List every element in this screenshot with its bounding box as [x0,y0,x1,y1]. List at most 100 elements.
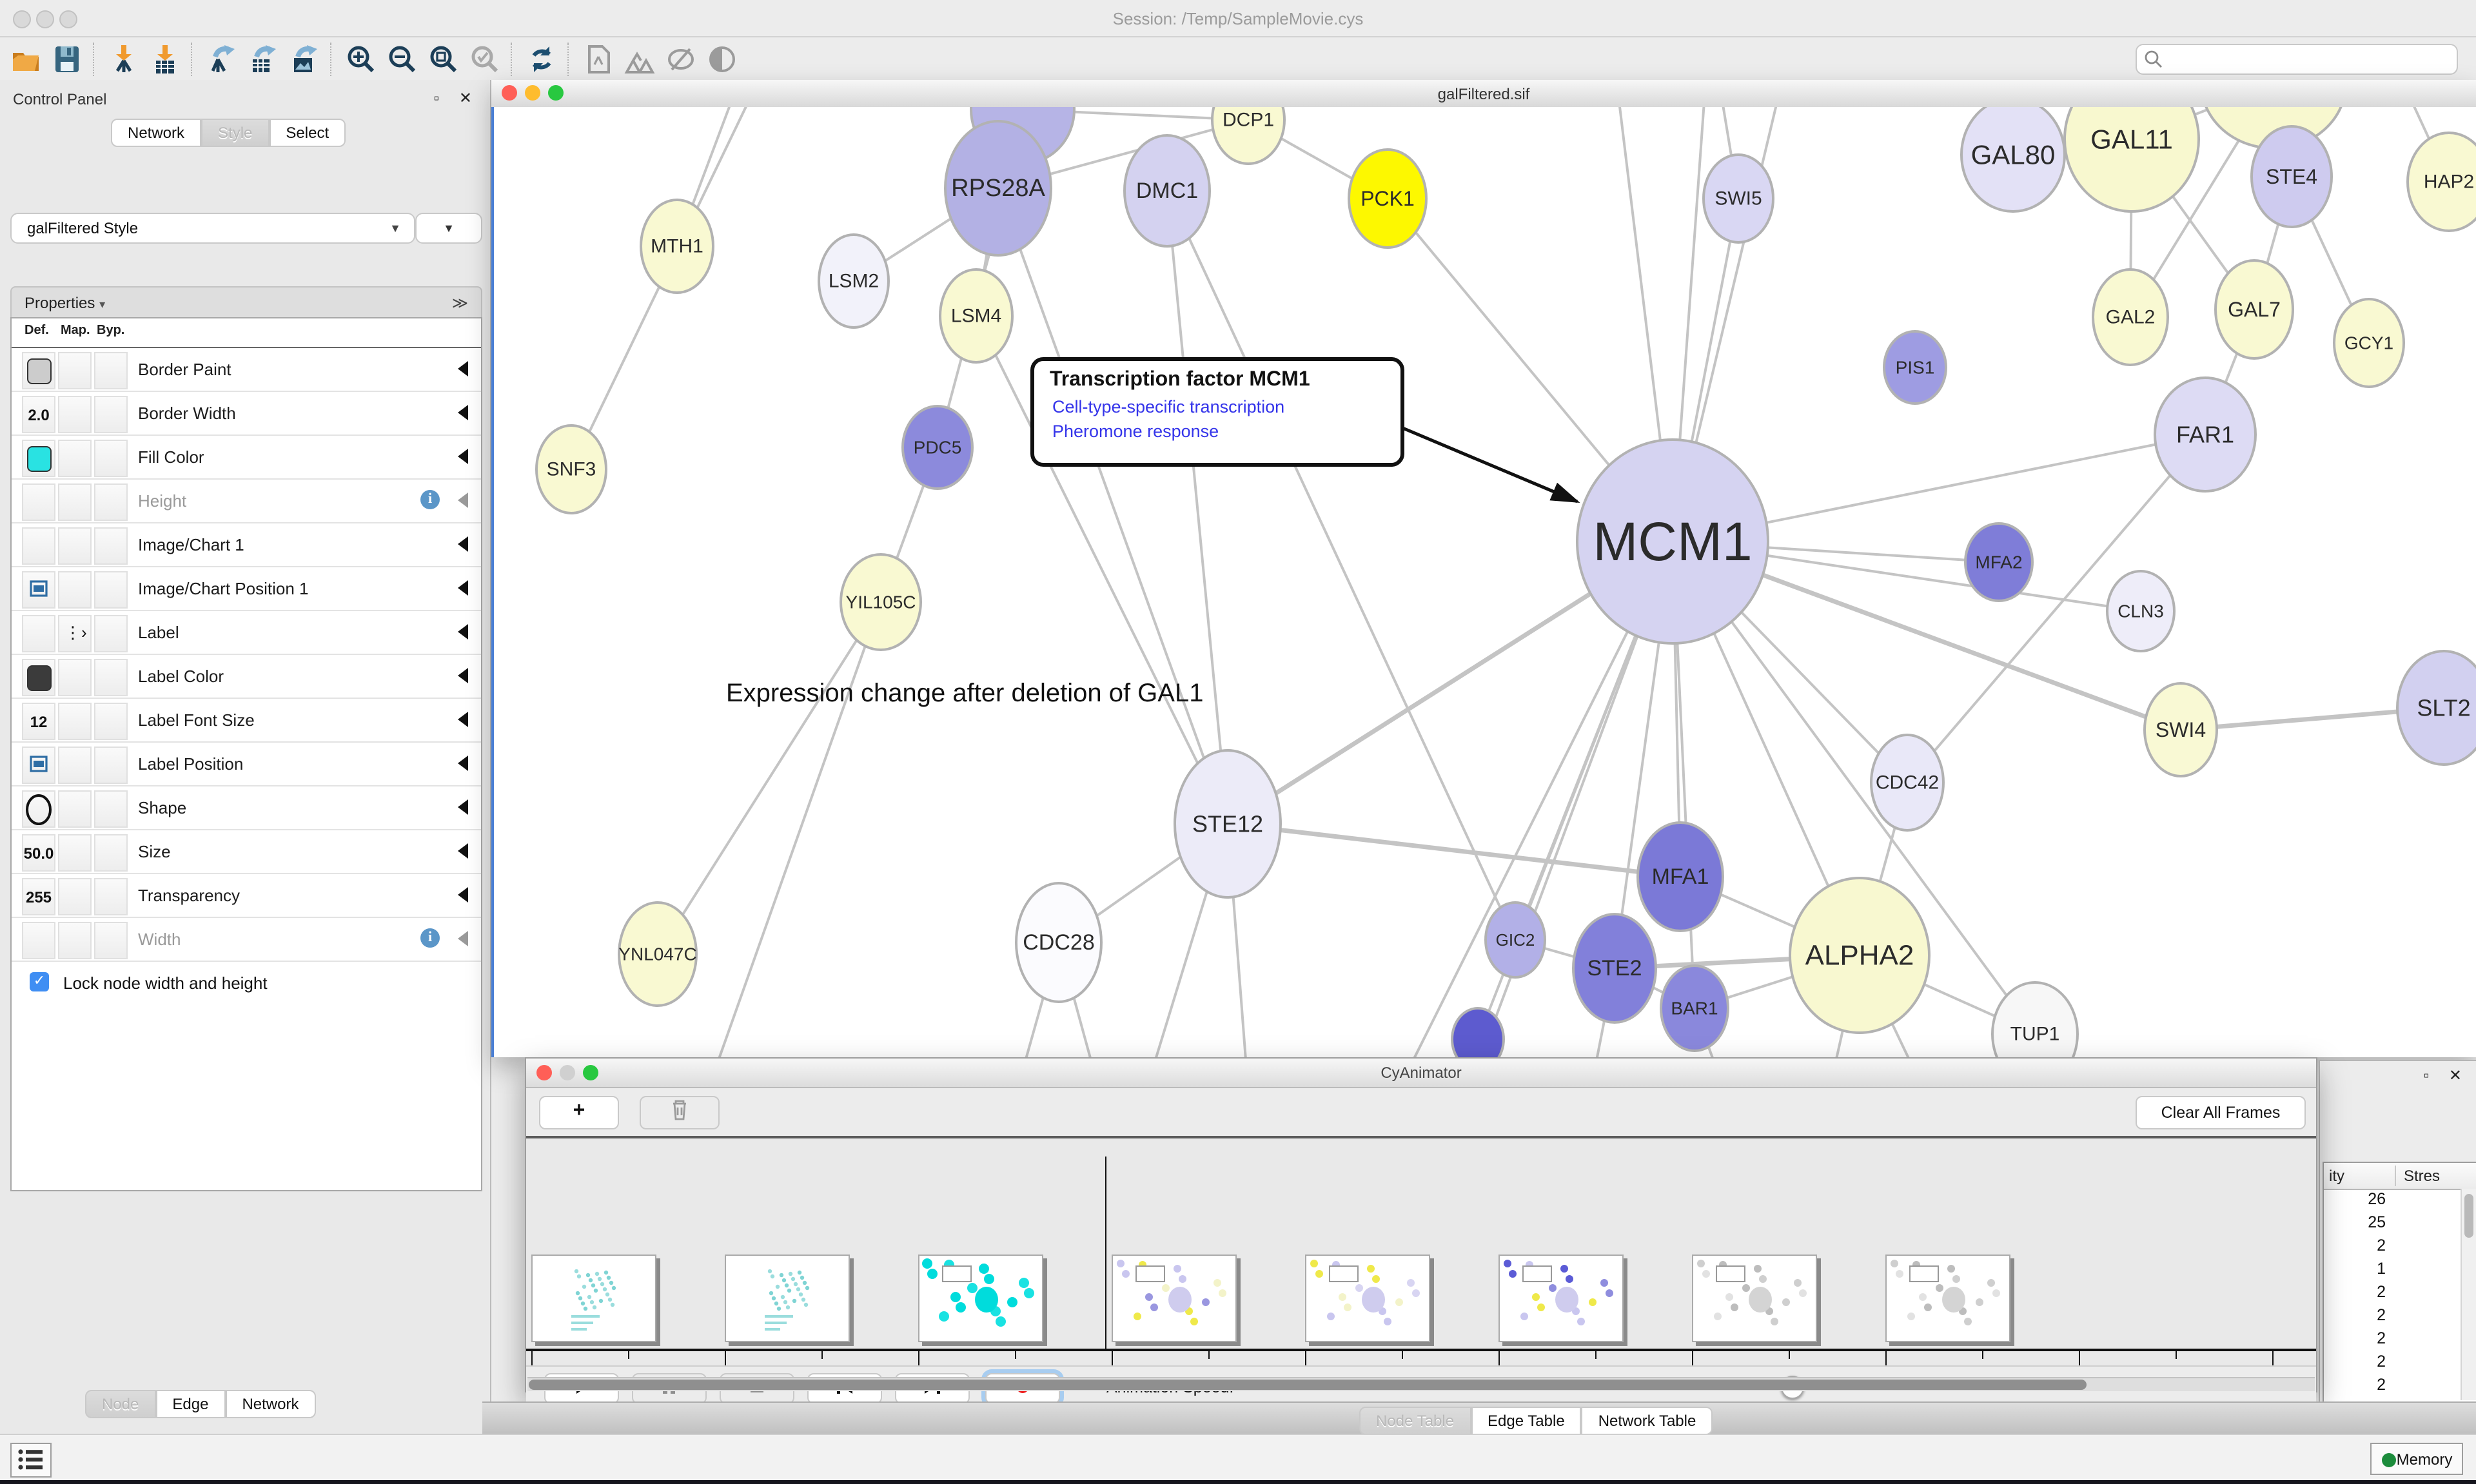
collapse-arrow-icon[interactable] [458,931,468,946]
default-value-cell[interactable]: 12 [22,703,55,740]
network-node-pis1[interactable]: PIS1 [1884,331,1946,404]
bypass-cell[interactable] [94,878,128,915]
results-row[interactable]: 2 [2324,1236,2476,1260]
network-edge[interactable] [1167,191,1228,824]
results-row[interactable]: 26 [2324,1190,2476,1213]
network-edge[interactable] [658,602,881,954]
property-row-border-paint[interactable]: Border Paint [12,348,481,392]
collapse-arrow-icon[interactable] [458,799,468,815]
network-node-ynl047c[interactable]: YNL047C [618,903,696,1006]
property-row-fill-color[interactable]: Fill Color [12,436,481,480]
network-canvas[interactable]: DCP1RPS28ADMC1PCK1SWI5GAL80GAL11STE4HAP2… [491,107,2476,1057]
network-node-ste4[interactable]: STE4 [2252,126,2332,227]
info-icon[interactable]: i [420,490,440,509]
annotation-file-icon[interactable] [583,44,614,75]
network-node-cdc28[interactable]: CDC28 [1016,883,1101,1002]
property-row-size[interactable]: 50.0Size [12,830,481,874]
bypass-cell[interactable] [94,659,128,696]
export-table-icon[interactable] [248,44,279,75]
cyanimator-timeline[interactable]: 0123456789 Seconds [526,1138,2316,1365]
bypass-cell[interactable] [94,922,128,959]
clear-all-frames-button[interactable]: Clear All Frames [2136,1096,2306,1129]
frame-thumbnail-3[interactable] [918,1255,1043,1342]
open-session-icon[interactable] [10,44,41,75]
network-node-snf3[interactable]: SNF3 [536,425,606,513]
cyanimator-scrollbar[interactable] [527,1377,2315,1391]
bypass-cell[interactable] [94,703,128,740]
properties-header[interactable]: Properties ▾ ≫ [10,286,482,318]
collapse-arrow-icon[interactable] [458,843,468,859]
network-node-pck1[interactable]: PCK1 [1349,150,1426,248]
network-node-ste12[interactable]: STE12 [1175,750,1281,897]
memory-button[interactable]: Memory [2370,1443,2463,1475]
default-value-cell[interactable] [22,790,55,828]
mapping-cell[interactable] [58,747,92,784]
property-row-label-color[interactable]: Label Color [12,655,481,699]
tab-network-bottom[interactable]: Network [225,1390,315,1418]
default-value-cell[interactable]: 50.0 [22,834,55,872]
network-node-mfa2[interactable]: MFA2 [1965,523,2032,601]
mapping-cell[interactable] [58,834,92,872]
mapping-cell[interactable] [58,571,92,609]
results-row[interactable]: 2 [2324,1283,2476,1306]
tab-network[interactable]: Network [111,119,201,147]
property-row-width[interactable]: Widthi [12,918,481,962]
results-window-buttons[interactable]: ▫ ✕ [2424,1066,2470,1084]
default-value-cell[interactable] [22,440,55,477]
default-value-cell[interactable] [22,571,55,609]
network-edge[interactable] [1228,824,1680,877]
network-window-titlebar[interactable]: galFiltered.sif [491,80,2476,108]
mapping-cell[interactable] [58,790,92,828]
tab-node[interactable]: Node [85,1390,155,1418]
bypass-cell[interactable] [94,571,128,609]
hide-graphics-icon[interactable] [665,44,696,75]
collapse-arrow-icon[interactable] [458,712,468,727]
save-session-icon[interactable] [52,44,83,75]
mapping-cell[interactable] [58,922,92,959]
tab-network-table[interactable]: Network Table [1582,1407,1713,1435]
mapping-cell[interactable] [58,659,92,696]
collapse-arrow-icon[interactable] [458,405,468,420]
property-row-height[interactable]: Heighti [12,480,481,523]
results-row[interactable]: 2 [2324,1352,2476,1376]
network-node-slt2[interactable]: SLT2 [2397,651,2476,765]
property-row-label-position[interactable]: Label Position [12,743,481,786]
network-node-lsm4[interactable]: LSM4 [940,269,1012,362]
network-node-rps28a[interactable]: RPS28A [945,121,1051,255]
results-row[interactable]: 25 [2324,1213,2476,1236]
network-node-gic2[interactable]: GIC2 [1486,903,1545,977]
mapping-cell[interactable] [58,527,92,565]
results-row[interactable]: 1 [2324,1260,2476,1283]
search-input[interactable] [2136,44,2458,75]
panel-window-buttons[interactable]: ▫ ✕ [434,89,480,107]
property-row-border-width[interactable]: 2.0Border Width [12,392,481,436]
network-node-gal2[interactable]: GAL2 [2093,269,2168,365]
results-row[interactable]: 2 [2324,1376,2476,1399]
network-node-pdc5[interactable]: PDC5 [903,406,972,489]
default-value-cell[interactable] [22,483,55,521]
network-node-dmc1[interactable]: DMC1 [1125,135,1210,246]
network-edge[interactable] [998,188,1228,824]
mapping-cell[interactable] [58,440,92,477]
frame-thumbnail-8[interactable] [1885,1255,2010,1342]
collapse-arrow-icon[interactable] [458,668,468,683]
timeline-playhead[interactable] [1105,1157,1106,1350]
collapse-arrow-icon[interactable] [458,449,468,464]
network-node-bar1[interactable]: BAR1 [1661,966,1728,1051]
default-value-cell[interactable] [22,747,55,784]
import-table-icon[interactable] [150,44,181,75]
zoom-out-icon[interactable] [387,44,418,75]
default-value-cell[interactable] [22,527,55,565]
network-node-mfa1[interactable]: MFA1 [1638,823,1723,931]
tab-select[interactable]: Select [269,119,346,147]
bypass-cell[interactable] [94,527,128,565]
mapping-cell[interactable] [58,483,92,521]
add-frame-button[interactable]: + [539,1096,619,1129]
results-row[interactable]: 2 [2324,1306,2476,1329]
network-node-dcp1[interactable]: DCP1 [1212,107,1284,164]
export-image-icon[interactable] [289,44,320,75]
info-icon[interactable]: i [420,928,440,948]
zoom-fit-icon[interactable] [428,44,459,75]
import-network-icon[interactable] [108,44,139,75]
frame-thumbnail-2[interactable] [725,1255,850,1342]
